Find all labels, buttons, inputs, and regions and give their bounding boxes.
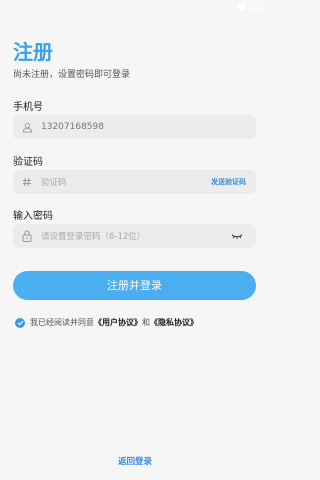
page-subtitle: 尚未注册，设置密码即可登录: [13, 70, 131, 80]
lock-icon: [13, 224, 41, 248]
agreement-and: 和: [142, 318, 150, 327]
password-field[interactable]: 请设置登录密码（6-12位）: [13, 224, 256, 248]
phone-label: 手机号: [13, 102, 43, 113]
privacy-agreement-link[interactable]: 《隐私协议》: [150, 317, 198, 328]
phone-field[interactable]: 13207168598: [13, 115, 256, 139]
agree-checkbox[interactable]: [15, 317, 25, 328]
back-to-login-link[interactable]: 返回登录: [0, 455, 270, 467]
page-title: 注册: [13, 40, 53, 64]
status-bar: [0, 0, 270, 14]
agreement-row: 我已经阅读并同意 《用户协议》 和 《隐私协议》: [15, 317, 198, 328]
user-agreement-link[interactable]: 《用户协议》: [94, 317, 142, 328]
signal-icon: [238, 3, 245, 10]
battery-icon: [250, 3, 262, 10]
password-label: 输入密码: [13, 211, 53, 222]
person-icon: [13, 115, 41, 139]
eye-closed-icon[interactable]: [228, 224, 256, 248]
status-icons: [238, 3, 262, 10]
code-input[interactable]: 验证码: [41, 176, 211, 188]
agreement-text: 我已经阅读并同意: [30, 318, 94, 327]
password-input[interactable]: 请设置登录密码（6-12位）: [41, 230, 228, 242]
hash-icon: [13, 170, 41, 194]
register-login-button[interactable]: 注册并登录: [13, 271, 256, 300]
code-field[interactable]: 验证码 发送验证码: [13, 170, 256, 194]
phone-input[interactable]: 13207168598: [41, 122, 256, 132]
code-label: 验证码: [13, 157, 43, 168]
send-code-button[interactable]: 发送验证码: [211, 177, 256, 187]
